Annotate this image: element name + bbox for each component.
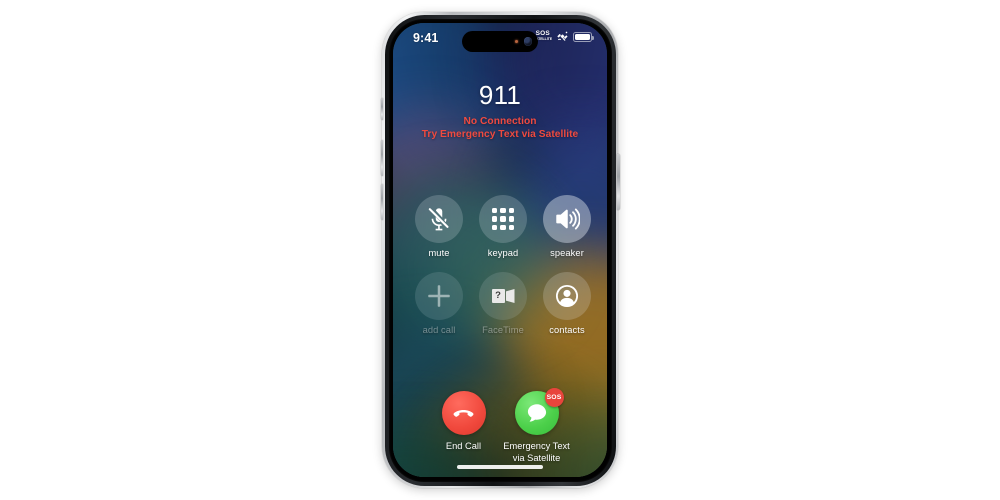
home-indicator[interactable] [457, 464, 543, 469]
sos-badge: SOS [544, 388, 564, 407]
status-bar-indicators: SOS SATELLITE [534, 30, 594, 43]
dynamic-island [462, 31, 538, 52]
volume-down-button[interactable] [380, 184, 383, 220]
speaker-label: speaker [550, 248, 584, 258]
end-call-label: End Call [445, 441, 482, 451]
facetime-label: FaceTime [482, 325, 524, 335]
end-call-action[interactable]: End Call [427, 391, 500, 464]
facetime-button[interactable]: ? [479, 272, 527, 320]
mute-button[interactable] [415, 195, 463, 243]
keypad-label: keypad [487, 248, 519, 258]
speaker-waves-icon [556, 208, 580, 230]
contacts-button[interactable] [543, 272, 591, 320]
person-circle-icon [555, 284, 579, 308]
microphone-slash-icon [428, 208, 449, 231]
speaker-button[interactable] [543, 195, 591, 243]
missing-glyph-placeholder: ? [491, 289, 505, 303]
emergency-text-label-line-2: via Satellite [512, 452, 561, 463]
emergency-text-label: Emergency Text via Satellite [500, 441, 573, 464]
call-status-line-2: Try Emergency Text via Satellite [421, 129, 579, 141]
call-control-speaker[interactable]: speaker [535, 195, 599, 258]
message-bubble-icon [527, 404, 546, 422]
satellite-icon [557, 31, 568, 41]
call-control-contacts[interactable]: contacts [535, 272, 599, 335]
call-control-facetime[interactable]: ? FaceTime [471, 272, 535, 335]
keypad-icon [491, 207, 515, 231]
power-button[interactable] [617, 154, 620, 210]
emergency-text-action[interactable]: SOS Emergency Text via Satellite [500, 388, 573, 464]
add-call-label: add call [422, 325, 456, 335]
call-info: 911 No Connection Try Emergency Text via… [393, 81, 607, 142]
call-status-line-1: No Connection [463, 115, 537, 127]
emergency-text-button[interactable]: SOS [514, 388, 564, 435]
battery-full-icon [573, 31, 594, 42]
mute-label: mute [428, 248, 450, 258]
front-camera-icon [523, 37, 532, 46]
emergency-text-label-line-1: Emergency Text [503, 441, 570, 451]
video-camera-icon: ? [491, 289, 515, 303]
plus-icon [428, 285, 450, 307]
call-callee-number: 911 [478, 80, 522, 110]
keypad-button[interactable] [479, 195, 527, 243]
volume-up-button[interactable] [380, 140, 383, 176]
video-lens-shape [505, 289, 515, 303]
status-bar-clock: 9:41 [413, 31, 439, 45]
call-control-mute[interactable]: mute [407, 195, 471, 258]
camera-in-use-dot-icon [514, 40, 518, 43]
call-status-message: No Connection Try Emergency Text via Sat… [393, 115, 607, 142]
call-control-keypad[interactable]: keypad [471, 195, 535, 258]
phone-down-icon [453, 409, 474, 417]
action-button[interactable] [380, 98, 383, 120]
add-call-button[interactable] [415, 272, 463, 320]
phone-screen: 9:41 SOS SATELLITE 911 No Connection Try… [393, 23, 607, 477]
screenshot-canvas: 9:41 SOS SATELLITE 911 No Connection Try… [0, 0, 1000, 500]
end-call-button[interactable] [441, 391, 486, 435]
phone-device-frame: 9:41 SOS SATELLITE 911 No Connection Try… [380, 12, 620, 488]
call-bottom-actions: End Call SOS Emergency Text via Satellit… [393, 388, 607, 464]
call-control-add-call[interactable]: add call [407, 272, 471, 335]
call-controls-grid: mute keypad speaker add call ? FaceTime … [393, 195, 607, 335]
contacts-label: contacts [549, 325, 585, 335]
